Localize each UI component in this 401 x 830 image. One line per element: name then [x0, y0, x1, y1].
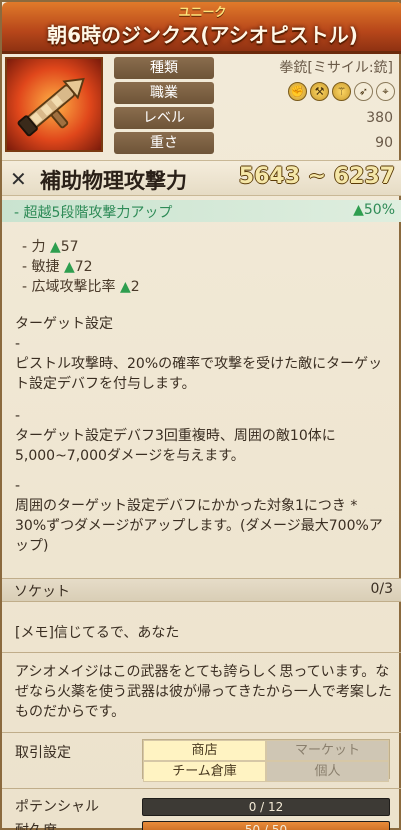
stat-class-label: 職業: [114, 82, 214, 104]
bonus-aoe-ratio: - 広域攻撃比率 ▲2: [22, 279, 140, 295]
wand-icon: ⚚: [332, 82, 351, 101]
attack-label: 補助物理攻撃力: [40, 169, 187, 193]
attack-row: ✕ 補助物理攻撃力 5643 ~ 6237: [2, 160, 401, 196]
stat-weight-label: 重さ: [114, 132, 214, 154]
stat-level-value: 380: [366, 110, 393, 126]
up-arrow-icon: ▲: [49, 239, 61, 255]
up-arrow-icon: ▲: [63, 259, 75, 275]
tooltip-header: ユニーク 朝6時のジンクス(アシオピストル): [2, 2, 401, 54]
transcend-value: ▲50%: [353, 202, 395, 218]
transcend-row: - 超越5段階攻撃力アップ ▲50%: [2, 200, 401, 222]
lore-text: アシオメイジはこの武器をとても誇らしく思っています。なぜなら火薬を使う武器は彼が…: [15, 664, 392, 720]
memo-text: [メモ]信じてるで、あなた: [15, 625, 180, 641]
bow-icon: ➶: [354, 82, 373, 101]
potential-bar: 0 / 12: [142, 798, 390, 816]
trade-team-storage: チーム倉庫: [143, 761, 266, 782]
crossed-swords-icon: ✕: [10, 167, 27, 191]
durability-bar: 50 / 50: [142, 821, 390, 830]
transcend-label: - 超越5段階攻撃力アップ: [14, 205, 173, 221]
stat-type-row: 種類 拳銃[ミサイル:銃]: [114, 57, 399, 79]
divider: [2, 788, 401, 789]
socket-row: ソケット 0/3: [2, 578, 401, 602]
socket-label: ソケット: [14, 584, 70, 600]
fist-icon: ✊: [288, 82, 307, 101]
potential-label: ポテンシャル: [15, 799, 99, 815]
divider: [2, 652, 401, 653]
stat-weight-value: 90: [375, 135, 393, 151]
up-arrow-icon: ▲: [353, 202, 364, 218]
description-para2: - ターゲット設定デバフ3回重複時、周囲の敵10体に5,000~7,000ダメー…: [15, 408, 336, 464]
up-arrow-icon: ▲: [119, 279, 131, 295]
description-para3: - 周囲のターゲット設定デバフにかかった対象1につき * 30%ずつダメージがア…: [15, 478, 383, 554]
stat-type-value: 拳銃[ミサイル:銃]: [279, 60, 393, 76]
gun-icon: ⌖: [376, 82, 395, 101]
item-tooltip: ユニーク 朝6時のジンクス(アシオピストル) 種類 拳銃[ミサイル:銃] 職業 …: [0, 0, 401, 830]
stat-class-row: 職業 ✊ ⚒ ⚚ ➶ ⌖: [114, 82, 399, 104]
trade-label: 取引設定: [15, 745, 71, 761]
divider: [2, 732, 401, 733]
stat-level-row: レベル 380: [114, 107, 399, 129]
durability-label: 耐久度: [15, 820, 57, 830]
bonus-strength: - 力 ▲57: [22, 239, 79, 255]
stat-level-label: レベル: [114, 107, 214, 129]
hammer-icon: ⚒: [310, 82, 329, 101]
trade-personal: 個人: [266, 761, 389, 782]
description-para1: - ピストル攻撃時、20%の確率で攻撃を受けた敵にターゲット設定デバフを付与しま…: [15, 336, 383, 392]
attack-value: 5643 ~ 6237: [238, 164, 395, 189]
description-title: ターゲット設定: [15, 316, 113, 332]
trade-market: マーケット: [266, 740, 389, 761]
rarity-label: ユニーク: [178, 5, 227, 19]
bonus-agility: - 敏捷 ▲72: [22, 259, 93, 275]
stat-weight-row: 重さ 90: [114, 132, 399, 154]
socket-value: 0/3: [370, 581, 393, 597]
stat-type-label: 種類: [114, 57, 214, 79]
trade-options: 商店 マーケット チーム倉庫 個人: [142, 739, 390, 782]
weapon-icon: [5, 57, 103, 152]
trade-shop: 商店: [143, 740, 266, 761]
class-icon-list: ✊ ⚒ ⚚ ➶ ⌖: [288, 82, 395, 104]
item-name: 朝6時のジンクス(アシオピストル): [47, 23, 358, 47]
